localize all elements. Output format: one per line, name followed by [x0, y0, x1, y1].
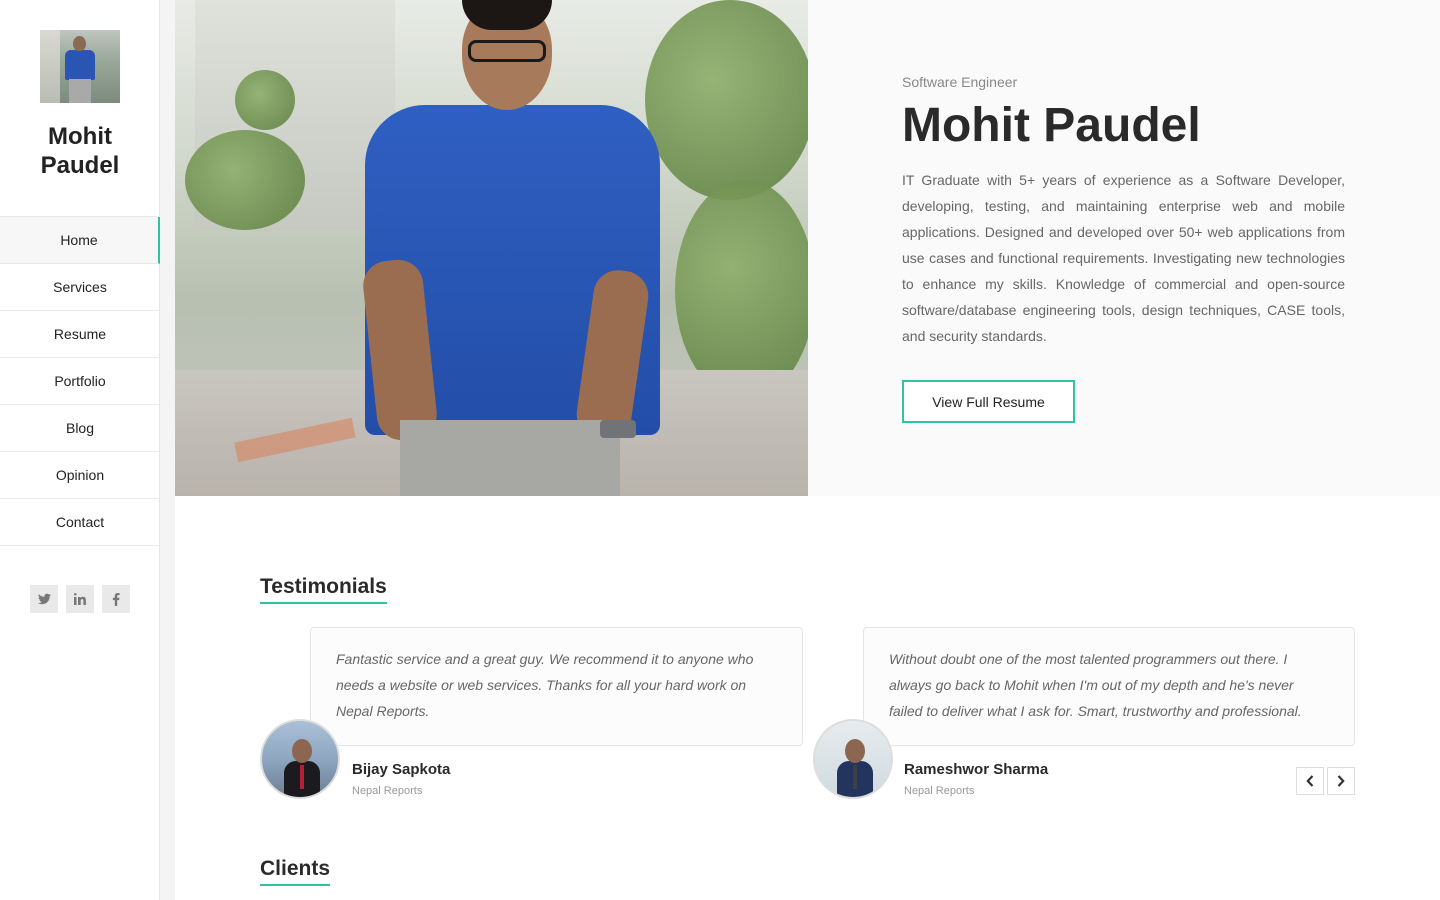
testimonial-avatar	[813, 719, 893, 799]
view-full-resume-button[interactable]: View Full Resume	[902, 380, 1075, 423]
nav-item-contact[interactable]: Contact	[0, 499, 160, 546]
nav-item-home[interactable]: Home	[0, 217, 160, 264]
testimonial-author-name: Bijay Sapkota	[352, 761, 451, 778]
sidebar-name-last: Paudel	[40, 152, 120, 179]
sidebar: Mohit Paudel Home Services Resume Portfo…	[0, 0, 160, 900]
sidebar-name-first: Mohit	[48, 123, 112, 150]
social-links	[30, 585, 130, 613]
testimonial-author-org: Nepal Reports	[352, 785, 423, 797]
testimonial-card: Without doubt one of the most talented p…	[863, 627, 1355, 746]
nav-item-services[interactable]: Services	[0, 264, 160, 311]
hero-name: Mohit Paudel	[902, 99, 1201, 152]
nav-item-blog[interactable]: Blog	[0, 405, 160, 452]
testimonial-quote: Fantastic service and a great guy. We re…	[336, 651, 754, 719]
testimonials-title: Testimonials	[260, 575, 387, 604]
sidebar-profile-name[interactable]: Mohit Paudel	[0, 122, 160, 180]
hero-section: Software Engineer Mohit Paudel IT Gradua…	[175, 0, 1440, 496]
hero-profile-photo	[175, 0, 808, 496]
testimonial-avatar	[260, 719, 340, 799]
facebook-icon[interactable]	[102, 585, 130, 613]
nav-item-opinion[interactable]: Opinion	[0, 452, 160, 499]
twitter-icon[interactable]	[30, 585, 58, 613]
testimonial-author-org: Nepal Reports	[904, 785, 975, 797]
testimonial-author-name: Rameshwor Sharma	[904, 761, 1049, 778]
main-nav: Home Services Resume Portfolio Blog Opin…	[0, 216, 160, 546]
nav-item-portfolio[interactable]: Portfolio	[0, 358, 160, 405]
profile-avatar[interactable]	[40, 30, 120, 103]
sidebar-gutter	[160, 0, 175, 900]
nav-item-resume[interactable]: Resume	[0, 311, 160, 358]
linkedin-icon[interactable]	[66, 585, 94, 613]
testimonial-carousel-controls	[1296, 767, 1355, 795]
chevron-left-icon[interactable]	[1296, 767, 1324, 795]
testimonial-card: Fantastic service and a great guy. We re…	[310, 627, 803, 746]
chevron-right-icon[interactable]	[1327, 767, 1355, 795]
testimonial-quote: Without doubt one of the most talented p…	[889, 651, 1302, 719]
clients-title: Clients	[260, 857, 331, 886]
hero-description: IT Graduate with 5+ years of experience …	[902, 172, 1345, 344]
hero-role: Software Engineer	[902, 74, 1018, 90]
